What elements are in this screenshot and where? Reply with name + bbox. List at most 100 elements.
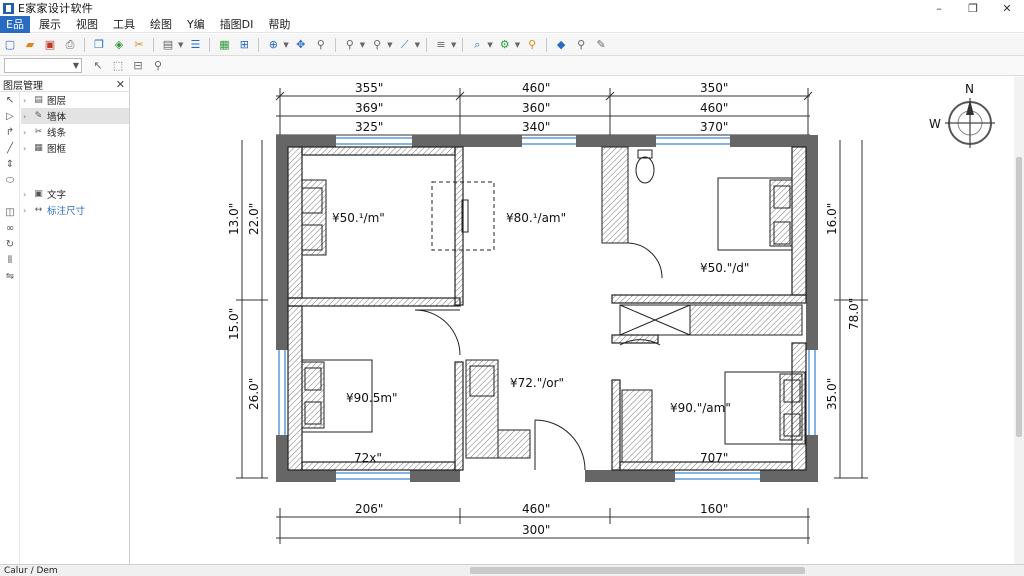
paste-icon[interactable]: ◈ <box>111 37 127 53</box>
zoom-window-icon[interactable]: ⊕ <box>265 37 281 53</box>
minimize-button[interactable]: – <box>922 0 956 16</box>
grid-icon[interactable]: ▦ <box>216 37 232 53</box>
pointer-icon[interactable]: ↖ <box>0 92 20 108</box>
chevron-down-icon[interactable]: ▼ <box>415 41 420 49</box>
tree-item-dimension[interactable]: › ↔ 标注尺寸 <box>21 202 129 218</box>
select-arrow-icon[interactable]: ↖ <box>90 58 106 74</box>
room-label-bedroom-top-left: ¥50.¹/m" <box>332 211 385 225</box>
dim-top-8: 340" <box>522 120 550 134</box>
line-icon: ✂ <box>34 127 43 137</box>
chevron-right-icon[interactable]: › <box>23 112 33 121</box>
chevron-down-icon[interactable]: ▼ <box>387 41 392 49</box>
rotate-icon[interactable]: ↻ <box>0 236 20 252</box>
menu-display[interactable]: 展示 <box>33 16 67 33</box>
layer-icon[interactable]: ☰ <box>187 37 203 53</box>
room-label-study-top-middle: ¥80.¹/am" <box>506 211 566 225</box>
link-icon[interactable]: ∞ <box>0 220 20 236</box>
tree-item-wall[interactable]: › ✎ 墙体 <box>21 108 129 124</box>
menu-view[interactable]: 视图 <box>70 16 104 33</box>
tree-item-layer[interactable]: › ▤ 图层 <box>21 92 129 108</box>
toolbar-separator <box>258 37 260 52</box>
app-window: E家家设计软件 – ❐ ✕ E品 展示 视图 工具 绘图 Y编 插图DI 帮助 … <box>0 0 1024 576</box>
vertical-scroll-thumb[interactable] <box>1016 157 1022 437</box>
chevron-down-icon[interactable]: ▼ <box>487 41 492 49</box>
panel-close-icon[interactable]: ✕ <box>116 78 125 91</box>
polyline-icon[interactable]: ▷ <box>0 108 20 124</box>
3d-view-icon[interactable]: ◆ <box>553 37 569 53</box>
vertical-scrollbar[interactable] <box>1014 77 1024 564</box>
chevron-right-icon[interactable]: › <box>23 206 33 215</box>
lock-icon[interactable]: ⊟ <box>130 58 146 74</box>
dim-top-4: 369" <box>355 101 383 115</box>
pin-icon[interactable]: ⚲ <box>150 58 166 74</box>
copy-icon[interactable]: ❐ <box>91 37 107 53</box>
chevron-down-icon[interactable]: ▼ <box>515 41 520 49</box>
pencil-icon[interactable]: ✎ <box>593 37 609 53</box>
tree-item-line[interactable]: › ✂ 线条 <box>21 124 129 140</box>
dim-top-7: 325" <box>355 120 383 134</box>
tree-item-frame[interactable]: › ▦ 图框 <box>21 140 129 156</box>
chevron-down-icon[interactable]: ▼ <box>360 41 365 49</box>
save-icon[interactable]: ▣ <box>42 37 58 53</box>
chevron-down-icon[interactable]: ▼ <box>283 41 288 49</box>
panel-header: 图层管理 ✕ <box>0 77 129 92</box>
status-text: Calur / Dem <box>4 565 58 576</box>
chevron-down-icon[interactable]: ▼ <box>451 41 456 49</box>
chevron-right-icon[interactable]: › <box>23 190 33 199</box>
chevron-down-icon[interactable]: ▼ <box>178 41 183 49</box>
menu-file[interactable]: E品 <box>0 15 30 33</box>
group-icon[interactable]: ◫ <box>0 204 20 220</box>
dim-top-5: 360" <box>522 101 550 115</box>
search-icon[interactable]: ⚲ <box>524 37 540 53</box>
snap-icon[interactable]: ⊞ <box>236 37 252 53</box>
menu-help[interactable]: 帮助 <box>262 16 296 33</box>
shape-icon[interactable]: ⬭ <box>0 172 20 188</box>
zoom-extents-icon[interactable]: ⚲ <box>313 37 329 53</box>
arc-icon[interactable]: ↱ <box>0 124 20 140</box>
print-icon[interactable]: ⎙ <box>62 37 78 53</box>
line-icon[interactable]: ╱ <box>0 140 20 156</box>
chevron-right-icon[interactable]: › <box>23 96 33 105</box>
properties-icon[interactable]: ▤ <box>160 37 176 53</box>
layer-icon: ▤ <box>34 95 43 105</box>
list-icon[interactable]: ≡ <box>433 37 449 53</box>
window-controls: – ❐ ✕ <box>922 0 1024 16</box>
node-edit-icon[interactable]: ⬚ <box>110 58 126 74</box>
zoom-out-icon[interactable]: ⚲ <box>369 37 385 53</box>
menu-tools[interactable]: 工具 <box>107 16 141 33</box>
room-label-living-center: ¥72."/or" <box>510 376 564 390</box>
menu-edit[interactable]: Y编 <box>181 16 211 33</box>
dim-right-2: 78.0" <box>847 298 861 330</box>
cut-icon[interactable]: ✂ <box>131 37 147 53</box>
toolbar-separator <box>153 37 154 52</box>
mirror-icon[interactable]: ⇋ <box>0 268 20 284</box>
layer-select[interactable]: ▼ <box>4 58 82 73</box>
room-label-bedroom-top-right: ¥50."/d" <box>700 261 749 275</box>
measure-icon[interactable]: ⟋ <box>397 37 413 53</box>
dim-bottom-4: 300" <box>522 523 550 537</box>
new-file-icon[interactable]: ▢ <box>2 37 18 53</box>
horizontal-scroll-thumb[interactable] <box>470 567 805 574</box>
magnifier-icon[interactable]: ⚲ <box>573 37 589 53</box>
chevron-right-icon[interactable]: › <box>23 128 33 137</box>
menu-insert[interactable]: 插图DI <box>214 16 260 33</box>
open-folder-icon[interactable]: ▰ <box>22 37 38 53</box>
pan-icon[interactable]: ✥ <box>293 37 309 53</box>
restore-button[interactable]: ❐ <box>956 0 990 16</box>
menu-draw[interactable]: 绘图 <box>144 16 178 33</box>
close-button[interactable]: ✕ <box>990 0 1024 16</box>
find-icon[interactable]: ⌕ <box>469 37 485 53</box>
draw-tool-strip: ↖ ▷ ↱ ╱ ⇕ ⬭ ◫ ∞ ↻ ⫴ ⇋ <box>0 92 20 564</box>
tree-item-text[interactable]: › ▣ 文字 <box>21 186 129 202</box>
drawing-canvas[interactable]: 355" 460" 350" 369" 360" 460" 325" 340" … <box>131 77 1014 564</box>
zoom-in-icon[interactable]: ⚲ <box>342 37 358 53</box>
settings-icon[interactable]: ⚙ <box>497 37 513 53</box>
move-icon[interactable]: ⇕ <box>0 156 20 172</box>
dim-left-4: 26.0" <box>247 378 261 410</box>
main-toolbar: ▢ ▰ ▣ ⎙ ❐ ◈ ✂ ▤ ▼ ☰ ▦ ⊞ ⊕ ▼ ✥ ⚲ ⚲ ▼ ⚲ ▼ ⟋ ▼ ≡… <box>0 34 1024 56</box>
chevron-right-icon[interactable]: › <box>23 144 33 153</box>
align-icon[interactable]: ⫴ <box>0 252 20 268</box>
